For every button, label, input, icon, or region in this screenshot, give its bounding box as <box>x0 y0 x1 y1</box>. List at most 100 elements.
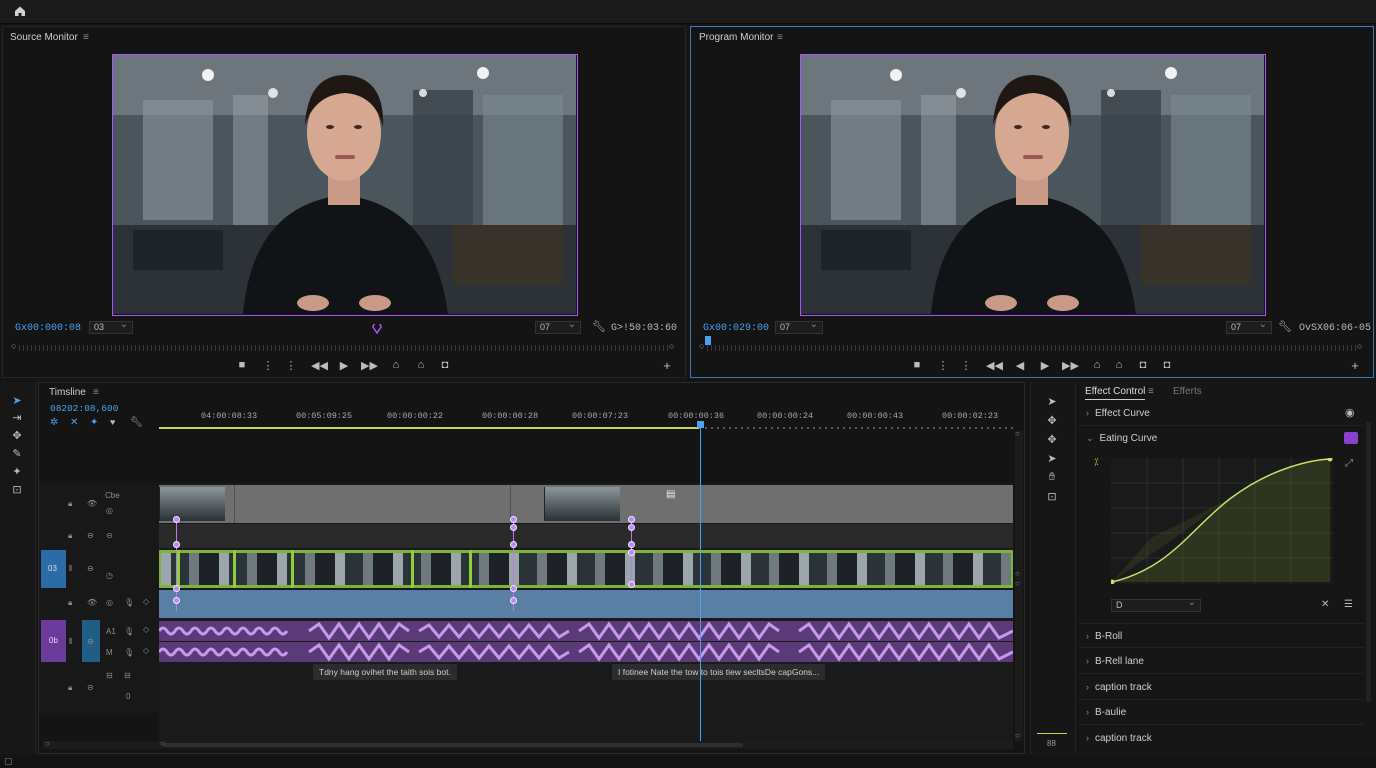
effect-controls-scrollbar[interactable] <box>1366 422 1371 702</box>
program-prev-frame-icon[interactable]: ◀ <box>1012 359 1028 372</box>
program-stop-icon[interactable]: ■ <box>909 359 925 371</box>
scroll-handle-icon[interactable]: ○ <box>1015 731 1020 740</box>
effect-row-b-aulie[interactable]: › B-aulie <box>1078 700 1364 725</box>
easing-curve-row[interactable]: ⌄ Eating Curve <box>1078 426 1364 451</box>
effect-row-b-rell-lane[interactable]: › B-Rell lane <box>1078 649 1364 674</box>
mic-icon[interactable]: 🎙︎ <box>124 648 134 657</box>
keyframe-marker[interactable] <box>628 516 635 523</box>
reset-icon[interactable]: ✕ <box>1321 599 1329 610</box>
program-extract-icon[interactable]: ⌂ <box>1111 359 1127 371</box>
track-a1-target[interactable]: 0b <box>41 620 66 662</box>
curve-preset-dropdown[interactable]: D <box>1111 597 1201 612</box>
program-playhead-marker[interactable] <box>705 336 711 345</box>
keyframe-icon[interactable]: ◇ <box>143 625 149 634</box>
program-step-back-icon[interactable]: ◀◀ <box>986 359 1003 372</box>
track-adjustment[interactable] <box>159 590 1013 618</box>
keyframe-marker[interactable] <box>628 541 635 548</box>
source-stop-icon[interactable]: ■ <box>234 359 250 371</box>
snap-icon[interactable]: ✲ <box>50 417 58 428</box>
easing-curve-graph[interactable] <box>1111 458 1333 584</box>
source-plus-icon[interactable]: + <box>659 358 675 373</box>
scroll-thumb[interactable] <box>163 743 743 747</box>
zoom-icon[interactable]: ⊡ <box>1045 490 1059 503</box>
scroll-handle-icon[interactable]: ○ <box>160 739 165 748</box>
lock-icon[interactable]: 🔒︎ <box>68 531 72 541</box>
sync-icon[interactable]: ◎ <box>106 506 113 515</box>
track-audio-2[interactable] <box>157 642 1014 662</box>
source-step-forward-icon[interactable]: ▶▶ <box>361 359 378 372</box>
keyframe-marker[interactable] <box>628 581 635 588</box>
mic-icon[interactable]: 🎙︎ <box>124 627 134 636</box>
tab-effect-control[interactable]: Effect Control <box>1085 386 1146 400</box>
caption-clip[interactable]: I fotinee Nate the tow to tois tiew secl… <box>612 664 826 680</box>
clip-thumbnail[interactable] <box>544 487 620 521</box>
program-export-frame-icon[interactable]: ◘ <box>1159 359 1175 371</box>
marker-icon[interactable]: ♥ <box>110 417 115 427</box>
source-play-icon[interactable]: ▶ <box>336 359 352 372</box>
zoom-icon[interactable]: ⊡ <box>10 483 24 496</box>
source-overwrite-icon[interactable]: ⌂ <box>413 359 429 371</box>
slip-icon[interactable]: ✦ <box>10 465 24 478</box>
keyframe-marker[interactable] <box>510 541 517 548</box>
source-insert-icon[interactable]: ⌂ <box>388 359 404 371</box>
source-export-frame-icon[interactable]: ◘ <box>437 359 453 371</box>
toggle-track-icon[interactable]: ⫴ <box>69 637 72 647</box>
keyframe-marker[interactable] <box>510 597 517 604</box>
source-timecode-in[interactable]: Gx00:000:08 <box>15 323 81 334</box>
caption-sync-icon[interactable]: ⊟ <box>124 671 131 680</box>
eye-icon[interactable]: ⊝ <box>87 683 94 692</box>
program-zoom-dropdown[interactable]: 07 <box>775 319 823 334</box>
program-lift-icon[interactable]: ⌂ <box>1089 359 1105 371</box>
keyframe-marker[interactable] <box>173 541 180 548</box>
program-wrench-icon[interactable]: 🔧︎ <box>1278 320 1292 333</box>
nested-sequence-icon[interactable]: ▤ <box>666 489 675 500</box>
track-select-icon[interactable]: ⇥ <box>10 411 24 424</box>
source-monitor-menu-icon[interactable]: ≡ <box>83 32 89 43</box>
keyframe-marker[interactable] <box>510 585 517 592</box>
keyframe-icon[interactable]: ◇ <box>143 597 149 606</box>
work-area-bar[interactable] <box>159 427 699 429</box>
scroll-handle-icon[interactable]: ○ <box>1015 429 1020 438</box>
playhead-handle[interactable] <box>697 421 704 428</box>
keyframe-marker[interactable] <box>173 516 180 523</box>
list-icon[interactable]: ☰ <box>1344 599 1353 610</box>
program-scrub-bar[interactable] <box>707 345 1357 351</box>
keyframe-marker[interactable] <box>628 549 635 556</box>
keyframe-marker[interactable] <box>510 524 517 531</box>
keyframe-marker[interactable] <box>628 524 635 531</box>
program-monitor-menu-icon[interactable]: ≡ <box>777 32 783 43</box>
linked-selection-icon[interactable]: ✕ <box>70 417 78 428</box>
scroll-handle-icon[interactable]: ○ <box>45 739 50 748</box>
timeline-timecode[interactable]: 08202:08,600 <box>50 403 118 414</box>
effect-controls-menu-icon[interactable]: ≡ <box>1148 386 1154 397</box>
source-wrench-icon[interactable]: 🔧︎ <box>592 320 606 333</box>
track-v2[interactable] <box>159 524 1013 548</box>
razor-icon[interactable]: ➤ <box>1045 452 1059 465</box>
add-marker-icon[interactable]: ✦ <box>90 417 98 428</box>
source-quality-dropdown[interactable]: 07 <box>535 319 581 334</box>
lock-icon[interactable]: 🔒︎ <box>68 499 72 509</box>
keyframe-marker[interactable] <box>173 597 180 604</box>
ripple-icon[interactable]: ✥ <box>1045 433 1059 446</box>
program-plus-icon[interactable]: + <box>1347 358 1363 373</box>
toggle-track-icon[interactable]: ⫴ <box>69 564 72 574</box>
program-play-icon[interactable]: ▶ <box>1037 359 1053 372</box>
sync-icon[interactable]: ⊝ <box>106 531 113 540</box>
track-audio-1[interactable] <box>157 621 1014 641</box>
scroll-handle-icon[interactable]: ○ <box>1015 579 1020 588</box>
timeline-playhead[interactable] <box>700 425 701 741</box>
keyframe-marker[interactable] <box>173 585 180 592</box>
camera-icon[interactable]: ◉ <box>1345 406 1355 419</box>
track-v3-target[interactable]: 03 <box>41 550 66 588</box>
tab-effects[interactable]: Efferts <box>1173 386 1202 397</box>
home-icon[interactable] <box>13 4 27 18</box>
timeline-menu-icon[interactable]: ≡ <box>93 387 99 398</box>
keyframe-icon[interactable]: ◇ <box>143 646 149 655</box>
source-mark-out-icon[interactable]: ⋮ <box>283 359 299 372</box>
caption-end-icon[interactable]: 0 <box>126 692 130 701</box>
source-zoom-dropdown[interactable]: 03 <box>89 319 133 334</box>
source-scrub-bar[interactable] <box>19 345 669 351</box>
timeline-ruler[interactable]: 04:00:08:33 00:05:09:25 00:00:00:22 00:0… <box>159 407 1015 429</box>
curve-toggle-icon[interactable] <box>1344 432 1358 444</box>
program-step-forward-icon[interactable]: ▶▶ <box>1062 359 1079 372</box>
